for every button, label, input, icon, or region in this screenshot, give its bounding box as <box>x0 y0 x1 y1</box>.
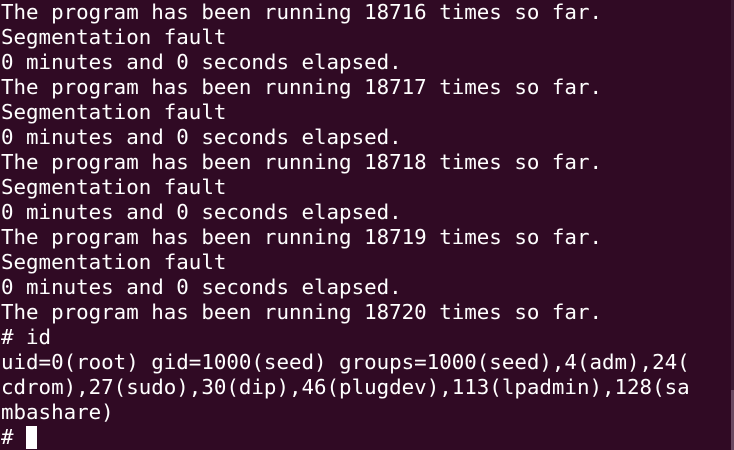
output-line: mbashare) <box>1 400 114 424</box>
output-line: The program has been running 18717 times… <box>1 75 602 99</box>
output-line: The program has been running 18716 times… <box>1 0 602 24</box>
prompt-symbol: # <box>1 425 14 449</box>
output-line: uid=0(root) gid=1000(seed) groups=1000(s… <box>1 350 690 374</box>
output-line: The program has been running 18719 times… <box>1 225 602 249</box>
output-line: cdrom),27(sudo),30(dip),46(plugdev),113(… <box>1 375 690 399</box>
text-cursor <box>25 426 37 449</box>
output-line: Segmentation fault <box>1 250 227 274</box>
input-prompt-line[interactable]: # <box>1 425 690 450</box>
output-line: Segmentation fault <box>1 25 227 49</box>
command-line: # id <box>1 325 52 349</box>
output-line: Segmentation fault <box>1 100 227 124</box>
output-line: 0 minutes and 0 seconds elapsed. <box>1 200 402 224</box>
output-line: The program has been running 18720 times… <box>1 300 602 324</box>
output-line: 0 minutes and 0 seconds elapsed. <box>1 50 402 74</box>
terminal-output: The program has been running 18716 times… <box>1 0 690 450</box>
output-line: 0 minutes and 0 seconds elapsed. <box>1 125 402 149</box>
output-line: The program has been running 18718 times… <box>1 150 602 174</box>
output-line: 0 minutes and 0 seconds elapsed. <box>1 275 402 299</box>
terminal-window[interactable]: The program has been running 18716 times… <box>0 0 734 450</box>
output-line: Segmentation fault <box>1 175 227 199</box>
